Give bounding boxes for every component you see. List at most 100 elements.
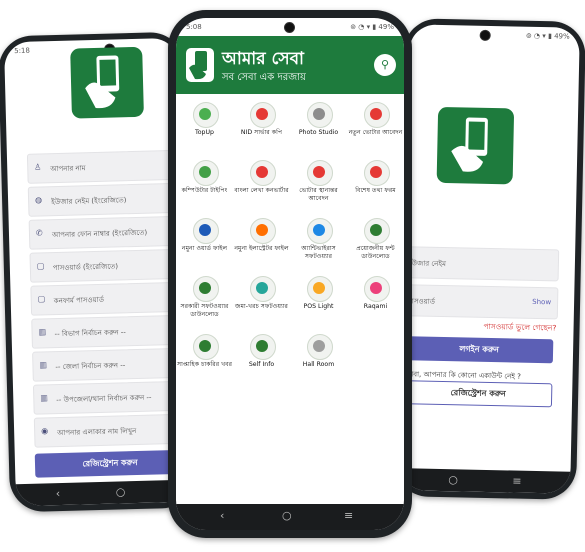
service-label: সরকারী সফটওয়্যার ডাউনলোড (180, 303, 229, 318)
login-button[interactable]: লগইন করুন (404, 336, 554, 364)
service-emblem-icon (256, 282, 268, 294)
system-nav-bar: ○ ≡ (400, 468, 571, 494)
service-item[interactable]: কম্পিউটার টাইপিং (176, 156, 233, 212)
service-icon (250, 218, 276, 244)
show-password-toggle[interactable]: Show (532, 298, 551, 306)
registration-screen: 5:18 ♙ আপনার নাম ◍ ইউজার নেইম (ইংরেজিতে) ✆ আপ… (3, 37, 191, 507)
status-bar: ⊚ ◔ ▾ ▮ 49% (410, 24, 580, 46)
field-placeholder: আপনার ফোন নাম্বার (ইংরেজিতে) (51, 228, 148, 240)
status-time: 5:08 (186, 23, 202, 31)
service-icon (193, 218, 219, 244)
service-icon (250, 160, 276, 186)
registration-field[interactable]: ◉ আপনার এলাকার নাম লিখুন (33, 413, 187, 448)
service-item[interactable]: বিশেষ তথ্য ফরম (347, 156, 404, 212)
service-item[interactable]: Self Info (233, 330, 290, 386)
service-item[interactable]: Photo Studio (290, 98, 347, 154)
registration-field[interactable]: ▥ -- বিভাগ নির্বাচন করুন -- (31, 314, 184, 349)
username-input[interactable]: ইউজার নেইম (402, 246, 560, 282)
system-nav-bar: ‹ ○ ≡ (176, 504, 404, 530)
service-item[interactable]: নতুন ভোটার আবেদন (347, 98, 404, 154)
home-icon[interactable]: ○ (448, 473, 458, 486)
service-item[interactable]: সরকারী সফটওয়্যার ডাউনলোড (176, 272, 233, 328)
service-item[interactable]: ভোটার স্থানান্তর আবেদন (290, 156, 347, 212)
service-emblem-icon (199, 224, 211, 236)
center-phone-frame: 5:08 ⊚ ◔ ▾ ▮ 49% আমার সেবা সব সেবা এক দর… (168, 10, 412, 538)
user-icon: ♙ (34, 162, 42, 172)
service-label: TopUp (195, 129, 214, 136)
service-label: Self Info (248, 361, 275, 368)
building-icon: ▥ (39, 360, 48, 370)
register-button[interactable]: রেজিস্ট্রেশন করুন (34, 449, 186, 478)
back-icon[interactable]: ‹ (220, 509, 224, 522)
registration-field[interactable]: ✆ আপনার ফোন নাম্বার (ইংরেজিতে) (28, 215, 182, 250)
service-label: Raqami (363, 303, 388, 310)
registration-field[interactable]: ▢ কনফার্ম পাসওয়ার্ড (30, 281, 184, 316)
service-item[interactable]: POS Light (290, 272, 347, 328)
service-item[interactable]: বাংলা লেখা কনভার্টার (233, 156, 290, 212)
service-icon (364, 102, 390, 128)
service-emblem-icon (313, 224, 325, 236)
service-icon (193, 102, 219, 128)
app-logo-icon (70, 46, 144, 119)
service-item[interactable]: সাপ্তাহিক চাকরির খবর (176, 330, 233, 386)
field-placeholder: ইউজার নেইম (ইংরেজিতে) (51, 196, 127, 207)
register-button[interactable]: রেজিস্ট্রেশন করুন (403, 380, 553, 408)
left-phone-frame: 5:18 ♙ আপনার নাম ◍ ইউজার নেইম (ইংরেজিতে) ✆ আপ… (0, 31, 197, 513)
service-item[interactable]: নমুনা ওয়ার্ড ফাইল (176, 214, 233, 270)
service-emblem-icon (313, 108, 325, 120)
registration-field[interactable]: ▥ -- উপজেলা/থানা নির্বাচন করুন -- (32, 380, 186, 415)
service-label: জমা-খরচ সফটওয়্যার (235, 303, 288, 310)
service-item[interactable]: প্রয়োজনীয় ফন্ট ডাউনলোড (347, 214, 404, 270)
home-icon[interactable]: ○ (282, 509, 292, 522)
status-icons: ⊚ ◔ ▾ ▮ 49% (350, 23, 394, 31)
service-item[interactable]: নমুনা ইলাস্ট্রেটর ফাইল (233, 214, 290, 270)
service-icon (250, 102, 276, 128)
home-screen: 5:08 ⊚ ◔ ▾ ▮ 49% আমার সেবা সব সেবা এক দর… (176, 18, 404, 530)
field-placeholder: আপনার এলাকার নাম লিখুন (57, 427, 137, 438)
service-icon (364, 218, 390, 244)
app-subtitle: সব সেবা এক দরজায় (222, 72, 306, 83)
registration-field[interactable]: ▥ -- জেলা নির্বাচন করুন -- (32, 347, 185, 382)
service-item[interactable]: TopUp (176, 98, 233, 154)
service-label: সাপ্তাহিক চাকরির খবর (177, 361, 232, 368)
registration-field[interactable]: ♙ আপনার নাম (26, 149, 180, 184)
registration-field[interactable]: ▢ পাসওয়ার্ড (ইংরেজিতে) (29, 248, 183, 283)
home-icon[interactable]: ○ (116, 485, 126, 498)
service-item[interactable]: Hall Room (290, 330, 347, 386)
service-icon (193, 334, 219, 360)
status-time: 5:18 (14, 46, 31, 56)
service-icon (250, 334, 276, 360)
phone-icon: ✆ (35, 228, 43, 238)
status-icons: ⊚ ◔ ▾ ▮ 49% (525, 31, 570, 41)
service-emblem-icon (370, 282, 382, 294)
lock-icon: ▢ (36, 261, 45, 271)
service-item[interactable]: Raqami (347, 272, 404, 328)
menu-icon[interactable]: ≡ (512, 475, 521, 488)
service-icon (307, 218, 333, 244)
service-emblem-icon (313, 340, 325, 352)
service-icon (307, 276, 333, 302)
search-icon[interactable]: ⚲ (374, 54, 396, 76)
password-input[interactable]: পাসওয়ার্ড Show (401, 284, 559, 320)
service-emblem-icon (370, 166, 382, 178)
menu-icon[interactable]: ≡ (344, 509, 353, 522)
service-label: Photo Studio (298, 129, 339, 136)
service-emblem-icon (199, 166, 211, 178)
back-icon[interactable]: ‹ (56, 487, 61, 500)
service-label: কম্পিউটার টাইপিং (181, 187, 228, 194)
building-icon: ▥ (38, 327, 47, 337)
user-badge-icon: ◍ (34, 195, 43, 205)
forgot-password-link[interactable]: পাসওয়ার্ড ভুলে গেছেন? (483, 322, 556, 336)
service-emblem-icon (199, 282, 211, 294)
service-item[interactable]: জমা-খরচ সফটওয়্যার (233, 272, 290, 328)
service-emblem-icon (256, 166, 268, 178)
service-icon (193, 276, 219, 302)
service-emblem-icon (256, 108, 268, 120)
service-item[interactable]: NID সার্ভার কপি (233, 98, 290, 154)
service-icon (250, 276, 276, 302)
service-item[interactable]: অ্যান্টিভাইরাস সফটওয়্যার (290, 214, 347, 270)
registration-field[interactable]: ◍ ইউজার নেইম (ইংরেজিতে) (27, 182, 181, 217)
service-label: বিশেষ তথ্য ফরম (355, 187, 396, 194)
login-screen: ⊚ ◔ ▾ ▮ 49% ইউজার নেইম পাসওয়ার্ড Show প… (400, 24, 580, 494)
service-label: নমুনা ইলাস্ট্রেটর ফাইল (234, 245, 289, 252)
